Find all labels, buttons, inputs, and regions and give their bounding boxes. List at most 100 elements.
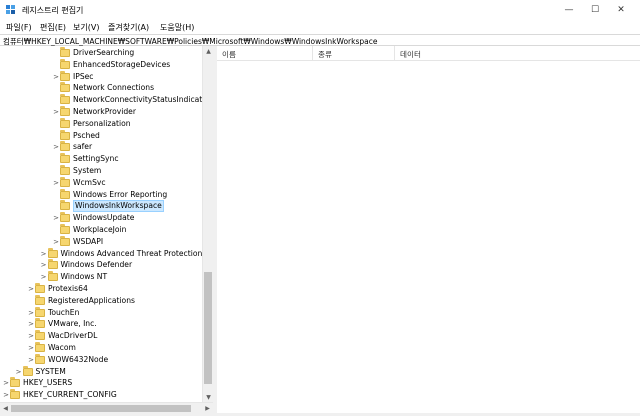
tree-item-label: NetworkProvider: [73, 107, 136, 116]
tree-item[interactable]: Psched: [52, 129, 100, 142]
tree-item[interactable]: > WacDriverDL: [27, 330, 97, 342]
menu-help[interactable]: 도움말(H): [160, 22, 194, 33]
chevron-right-icon[interactable]: >: [27, 354, 35, 366]
address-bar[interactable]: 컴퓨터₩HKEY_LOCAL_MACHINE₩SOFTWARE₩Policies…: [0, 34, 640, 46]
chevron-right-icon[interactable]: >: [2, 389, 10, 401]
value-list[interactable]: 이름 종류 데이터: [217, 46, 640, 416]
chevron-right-icon[interactable]: >: [27, 307, 35, 319]
tree-item[interactable]: > Protexis64: [27, 283, 88, 295]
tree-item-label: Network Connections: [73, 83, 155, 93]
chevron-right-icon: [52, 165, 60, 177]
tree-item-label: Windows Error Reporting: [73, 189, 168, 199]
tree-item[interactable]: > SYSTEM: [15, 365, 66, 378]
menu-view[interactable]: 보기(V): [73, 22, 99, 33]
tree-item[interactable]: Network Connections: [52, 82, 154, 94]
folder-icon: [10, 377, 20, 388]
folder-icon: [60, 235, 70, 246]
folder-icon: [35, 353, 45, 364]
tree-item[interactable]: > Windows NT: [40, 271, 108, 283]
tree-item-label: Windows NT: [60, 272, 108, 282]
vertical-scroll-thumb[interactable]: [204, 272, 212, 384]
scroll-left-icon[interactable]: ◀: [0, 403, 11, 413]
tree-item[interactable]: > WOW6432Node: [27, 353, 108, 366]
registry-tree[interactable]: DriverSearching EnhancedStorageDevices > IP…: [0, 46, 213, 416]
folder-icon: [60, 47, 70, 57]
folder-icon: [10, 389, 20, 400]
close-button[interactable]: ✕: [608, 0, 634, 20]
chevron-right-icon: [27, 295, 35, 307]
tree-vertical-scrollbar[interactable]: ▲ ▼: [202, 46, 213, 402]
tree-item[interactable]: > safer: [52, 141, 92, 153]
chevron-right-icon[interactable]: >: [52, 236, 60, 248]
tree-item[interactable]: > VMware, Inc.: [27, 318, 97, 330]
tree-item[interactable]: > TouchEn: [27, 306, 79, 319]
tree-item[interactable]: SettingSync: [52, 153, 119, 165]
tree-item[interactable]: > WindowsUpdate: [52, 212, 134, 224]
horizontal-scroll-thumb[interactable]: [11, 405, 191, 412]
chevron-right-icon[interactable]: >: [27, 342, 35, 354]
folder-icon: [60, 176, 70, 187]
minimize-button[interactable]: —: [556, 0, 582, 20]
column-header-name[interactable]: 이름: [217, 46, 313, 60]
menu-edit[interactable]: 편집(E): [40, 22, 66, 33]
tree-item[interactable]: EnhancedStorageDevices: [52, 58, 170, 71]
tree-item[interactable]: WorkplaceJoin: [52, 224, 126, 236]
chevron-right-icon: [52, 153, 60, 165]
tree-item[interactable]: > HKEY_CURRENT_CONFIG: [2, 389, 117, 401]
folder-icon: [47, 247, 58, 258]
header-divider: [217, 60, 640, 61]
chevron-right-icon[interactable]: >: [27, 283, 35, 295]
chevron-right-icon[interactable]: >: [40, 259, 48, 271]
minimize-icon: —: [564, 5, 574, 15]
tree-item[interactable]: > IPSec: [52, 70, 94, 83]
tree-item-label: WorkplaceJoin: [73, 225, 127, 234]
chevron-right-icon[interactable]: >: [40, 248, 48, 260]
tree-item[interactable]: RegisteredApplications: [27, 294, 135, 307]
folder-icon: [60, 153, 70, 164]
chevron-right-icon[interactable]: >: [52, 71, 60, 83]
tree-item[interactable]: > Windows Defender: [40, 259, 133, 271]
tree-item[interactable]: > Wacom: [27, 342, 76, 354]
column-header-type[interactable]: 종류: [313, 46, 395, 60]
chevron-right-icon: [52, 47, 60, 59]
chevron-right-icon[interactable]: >: [52, 212, 60, 224]
menu-file[interactable]: 파일(F): [6, 22, 32, 33]
tree-item-label: HKEY_CURRENT_CONFIG: [23, 390, 117, 400]
tree-item[interactable]: > WcmSvc: [52, 176, 106, 189]
scroll-right-icon[interactable]: ▶: [202, 403, 213, 413]
tree-item[interactable]: > NetworkProvider: [52, 106, 136, 118]
tree-item[interactable]: DriverSearching: [52, 47, 134, 59]
chevron-right-icon[interactable]: >: [27, 330, 35, 342]
menu-favorites[interactable]: 즐겨찾기(A): [108, 22, 149, 33]
folder-icon: [60, 129, 70, 140]
tree-item[interactable]: WindowsInkWorkspace: [52, 200, 164, 213]
tree-horizontal-scrollbar[interactable]: ◀ ▶: [0, 402, 213, 413]
tree-item[interactable]: > Windows Advanced Threat Protection: [40, 247, 203, 260]
folder-icon: [35, 294, 45, 305]
tree-item[interactable]: Windows Error Reporting: [52, 188, 168, 201]
tree-item-label: WcmSvc: [73, 177, 106, 187]
chevron-right-icon[interactable]: >: [52, 106, 60, 118]
tree-item-label: Personalization: [73, 118, 131, 128]
column-header-data[interactable]: 데이터: [395, 46, 635, 60]
chevron-right-icon[interactable]: >: [15, 366, 23, 378]
tree-item[interactable]: Personalization: [52, 117, 131, 130]
chevron-right-icon[interactable]: >: [52, 141, 60, 153]
folder-icon: [60, 188, 70, 199]
tree-item[interactable]: > HKEY_USERS: [2, 377, 72, 389]
chevron-right-icon[interactable]: >: [40, 271, 48, 283]
tree-item-label: WacDriverDL: [48, 331, 98, 341]
tree-item[interactable]: > WSDAPI: [52, 235, 103, 248]
close-icon: ✕: [617, 5, 625, 15]
tree-item-label: NetworkConnectivityStatusIndicator: [73, 95, 211, 105]
chevron-right-icon[interactable]: >: [27, 318, 35, 330]
registry-editor-icon: [6, 5, 15, 14]
tree-item-label: Windows Advanced Threat Protection: [60, 248, 203, 258]
maximize-button[interactable]: ☐: [582, 0, 608, 20]
tree-item[interactable]: NetworkConnectivityStatusIndicator: [52, 94, 210, 106]
tree-item-label: Windows Defender: [60, 260, 133, 270]
chevron-right-icon[interactable]: >: [52, 177, 60, 189]
chevron-right-icon[interactable]: >: [2, 377, 10, 389]
tree-item-label: WindowsUpdate: [73, 213, 135, 223]
tree-item[interactable]: System: [52, 165, 101, 177]
